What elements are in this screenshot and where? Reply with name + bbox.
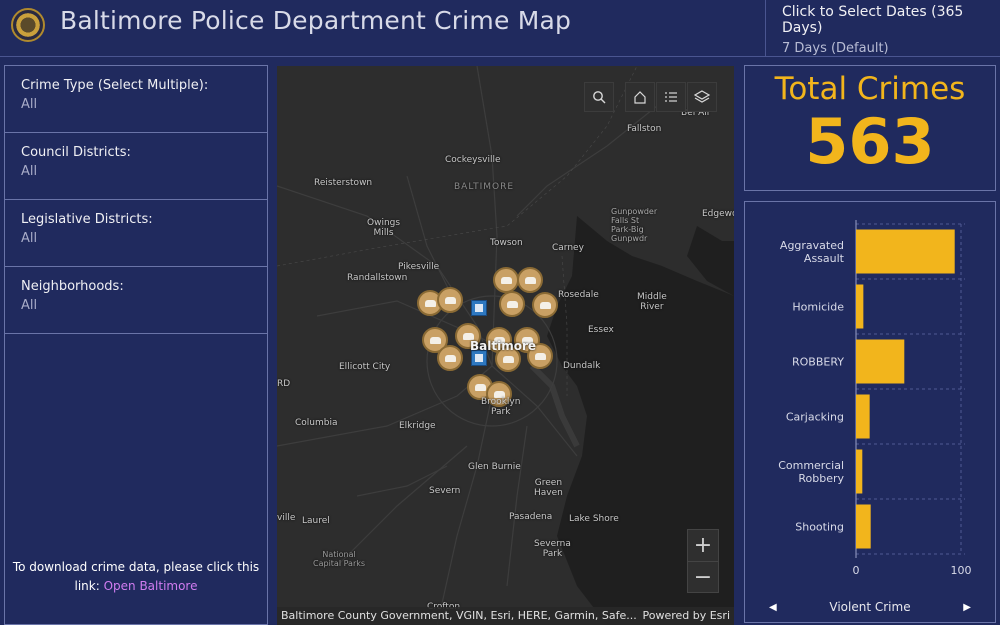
chart-title: Violent Crime [829,600,911,614]
open-baltimore-link[interactable]: Open Baltimore [104,579,198,593]
date-selector[interactable]: Click to Select Dates (365 Days) 7 Days … [765,0,1000,57]
zoom-controls: + − [687,529,719,593]
layers-icon[interactable] [687,82,717,112]
chart-category-label: Carjacking [786,411,844,424]
filter-panel: Crime Type (Select Multiple): All Counci… [4,65,268,625]
filter-value: All [21,164,38,179]
map-label: Laurel [302,516,330,526]
map-label: BALTIMORE [454,182,515,192]
chart-category-label: ROBBERY [792,356,844,369]
chart-bar[interactable] [856,504,871,549]
map-label: RD [277,379,291,389]
map-label: Carney [552,243,584,253]
date-selector-label: Click to Select Dates (365 Days) [782,4,964,36]
filter-crime-type[interactable]: Crime Type (Select Multiple): All [5,66,267,133]
chart-tick-label: 0 [853,564,860,577]
map-label: ville [277,513,296,523]
filter-label: Legislative Districts: [21,212,153,227]
chart-category-label: Commercial Robbery [778,459,844,485]
filter-neighborhoods[interactable]: Neighborhoods: All [5,267,267,334]
home-icon[interactable] [625,82,655,112]
map-label: Owings Mills [367,218,401,238]
crime-marker[interactable] [437,345,463,371]
filter-value: All [21,298,38,313]
chart-category-label: Aggravated Assault [780,239,845,265]
map-label: Randallstown [347,273,408,283]
attribution-text: Baltimore County Government, VGIN, Esri,… [281,609,637,622]
filter-legislative-districts[interactable]: Legislative Districts: All [5,200,267,267]
map-label: Brooklyn Park [481,397,521,417]
map-label: Fallston [627,124,662,134]
map-label-baltimore: Baltimore [470,339,537,353]
map-label: Essex [588,325,614,335]
next-chart-arrow-icon[interactable]: ▶ [963,602,971,613]
map-label: National Capital Parks [313,550,366,568]
filter-label: Council Districts: [21,145,131,160]
map-label: Gunpowder Falls St Park-Big Gunpwdr [611,207,658,243]
chart-bar[interactable] [856,449,863,494]
map-label: Middle River [637,292,667,312]
map-label: Severna Park [534,539,571,559]
map-label: Reisterstown [314,178,373,188]
previous-chart-arrow-icon[interactable]: ◀ [769,602,777,613]
bar-chart-svg: Aggravated Assault Homicide ROBBERY Carjacki… [778,220,972,577]
chart-tick-label: 100 [951,564,972,577]
crime-map[interactable]: Fallston Bel Air Cockeysville Reistersto… [277,66,734,625]
page-title: Baltimore Police Department Crime Map [60,6,572,35]
chart-bar[interactable] [856,284,864,329]
total-crimes-title: Total Crimes [774,71,966,107]
filter-council-districts[interactable]: Council Districts: All [5,133,267,200]
map-label: Edgewo [702,209,734,219]
map-label: Pikesville [398,262,440,272]
map-label: Green Haven [534,478,563,498]
chart-category-label: Shooting [795,521,844,534]
map-label: Cockeysville [445,155,501,165]
filter-label: Crime Type (Select Multiple): [21,78,209,93]
violent-crime-chart: Aggravated Assault Homicide ROBBERY Carjacki… [744,201,996,623]
map-label: Dundalk [563,361,601,371]
map-label: Rosedale [558,290,599,300]
list-icon[interactable] [656,82,686,112]
chart-bar[interactable] [856,229,955,274]
crime-marker[interactable] [532,292,558,318]
map-attribution: Baltimore County Government, VGIN, Esri,… [277,607,734,625]
map-label: Severn [429,486,461,496]
map-label: Columbia [295,418,338,428]
date-selector-value: 7 Days (Default) [782,41,889,56]
total-crimes-card: Total Crimes 563 [744,65,996,191]
header: Baltimore Police Department Crime Map Cl… [0,0,1000,57]
chart-footer: ◀ Violent Crime ▶ [745,592,995,622]
chart-category-label: Homicide [792,301,844,314]
zoom-out-button[interactable]: − [688,561,718,592]
powered-by-esri: Powered by Esri [642,609,730,622]
zoom-in-button[interactable]: + [688,530,718,561]
filter-label: Neighborhoods: [21,279,124,294]
crime-marker[interactable] [437,287,463,313]
map-label: Elkridge [399,421,436,431]
crime-marker[interactable] [493,267,519,293]
map-label: Pasadena [509,512,553,522]
crime-marker[interactable] [499,291,525,317]
map-label: Glen Burnie [468,462,521,472]
bpd-badge-logo [11,8,45,42]
total-crimes-value: 563 [805,105,935,178]
map-label: Ellicott City [339,362,391,372]
filter-value: All [21,231,38,246]
chart-bar[interactable] [856,394,870,439]
chart-bar[interactable] [856,339,905,384]
police-station-marker[interactable] [471,300,487,316]
map-label: Lake Shore [569,514,619,524]
download-note: To download crime data, please click thi… [5,558,267,596]
filter-value: All [21,97,38,112]
search-icon[interactable] [584,82,614,112]
crime-marker[interactable] [517,267,543,293]
map-label: Towson [490,238,523,248]
